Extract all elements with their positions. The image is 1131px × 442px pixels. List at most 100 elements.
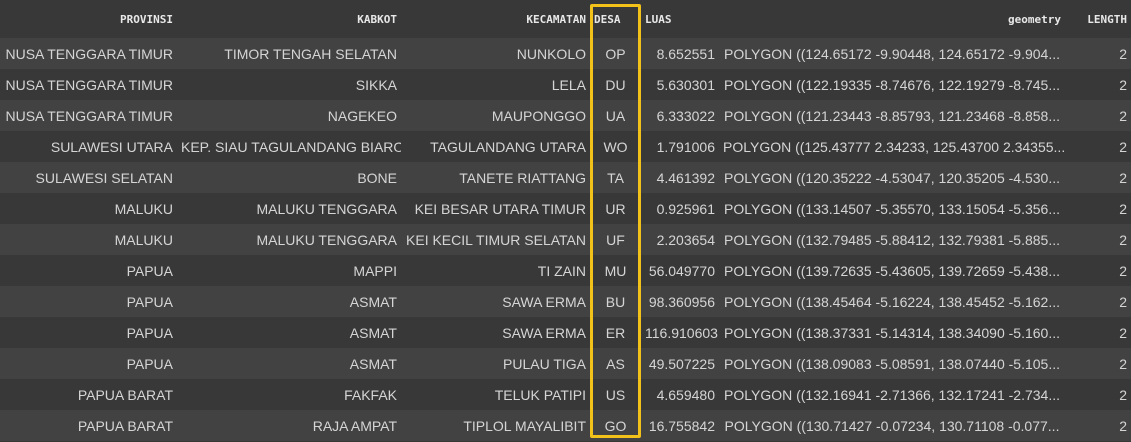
kabkot-cell: ASMAT	[177, 317, 401, 348]
length-cell: 2	[1065, 193, 1131, 224]
column-header-length[interactable]: LENGTH	[1065, 0, 1131, 38]
desa-cell: BU	[590, 286, 641, 317]
geometry-cell: POLYGON ((121.23443 -8.85793, 121.23468 …	[719, 100, 1065, 131]
luas-cell: 5.630301	[641, 69, 719, 100]
length-cell: 2	[1065, 348, 1131, 379]
provinsi-cell: SULAWESI UTARA	[0, 131, 177, 162]
luas-cell: 56.049770	[641, 255, 719, 286]
desa-cell: TA	[590, 162, 641, 193]
table-row: SULAWESI UTARA KEP. SIAU TAGULANDANG BIAR…	[0, 131, 1131, 162]
kecamatan-cell: SAWA ERMA	[401, 317, 590, 348]
table-row: MALUKU MALUKU TENGGARA KEI KECIL TIMUR SEL…	[0, 224, 1131, 255]
geometry-cell: POLYGON ((138.09083 -5.08591, 138.07440 …	[719, 348, 1065, 379]
kecamatan-cell: TANETE RIATTANG	[401, 162, 590, 193]
dataframe-view: PROVINSI KABKOT KECAMATAN DESA LUAS geom…	[0, 0, 1131, 442]
kabkot-cell: MALUKU TENGGARA	[177, 224, 401, 255]
table-row: NUSA TENGGARA TIMUR TIMOR TENGAH SELATAN N…	[0, 38, 1131, 69]
kecamatan-cell: MAUPONGGO	[401, 100, 590, 131]
kecamatan-cell: KEI KECIL TIMUR SELATAN	[401, 224, 590, 255]
kabkot-cell: KEP. SIAU TAGULANDANG BIARO	[177, 131, 401, 162]
table-row: MALUKU MALUKU TENGGARA KEI BESAR UTARA TIM…	[0, 193, 1131, 224]
column-header-kabkot[interactable]: KABKOT	[177, 0, 401, 38]
kabkot-cell: TIMOR TENGAH SELATAN	[177, 38, 401, 69]
length-cell: 2	[1065, 69, 1131, 100]
desa-cell: AS	[590, 348, 641, 379]
length-cell: 2	[1065, 131, 1131, 162]
kabkot-cell: MAPPI	[177, 255, 401, 286]
column-header-geometry[interactable]: geometry	[719, 0, 1065, 38]
length-cell: 2	[1065, 38, 1131, 69]
kecamatan-cell: TELUK PATIPI	[401, 379, 590, 410]
kecamatan-cell: PULAU TIGA	[401, 348, 590, 379]
geometry-cell: POLYGON ((132.79485 -5.88412, 132.79381 …	[719, 224, 1065, 255]
column-header-desa[interactable]: DESA	[590, 0, 641, 38]
geometry-cell: POLYGON ((139.72635 -5.43605, 139.72659 …	[719, 255, 1065, 286]
luas-cell: 4.461392	[641, 162, 719, 193]
table-row: PAPUA ASMAT SAWA ERMA ER 116.910603 POLYGON (…	[0, 317, 1131, 348]
kabkot-cell: ASMAT	[177, 286, 401, 317]
table-row: PAPUA MAPPI TI ZAIN MU 56.049770 POLYGON ((13…	[0, 255, 1131, 286]
table-row: PAPUA BARAT RAJA AMPAT TIPLOL MAYALIBIT GO 1…	[0, 410, 1131, 441]
table-row: PAPUA ASMAT PULAU TIGA AS 49.507225 POLYGON (…	[0, 348, 1131, 379]
kabkot-cell: FAKFAK	[177, 379, 401, 410]
kecamatan-cell: TI ZAIN	[401, 255, 590, 286]
geometry-cell: POLYGON ((133.14507 -5.35570, 133.15054 …	[719, 193, 1065, 224]
length-cell: 2	[1065, 317, 1131, 348]
provinsi-cell: PAPUA	[0, 317, 177, 348]
desa-cell: US	[590, 379, 641, 410]
column-header-provinsi[interactable]: PROVINSI	[0, 0, 177, 38]
provinsi-cell: SULAWESI SELATAN	[0, 162, 177, 193]
desa-cell: ER	[590, 317, 641, 348]
geometry-cell: POLYGON ((120.35222 -4.53047, 120.35205 …	[719, 162, 1065, 193]
length-cell: 2	[1065, 162, 1131, 193]
header-row: PROVINSI KABKOT KECAMATAN DESA LUAS geom…	[0, 0, 1131, 38]
kabkot-cell: NAGEKEO	[177, 100, 401, 131]
geometry-cell: POLYGON ((132.16941 -2.71366, 132.17241 …	[719, 379, 1065, 410]
kecamatan-cell: NUNKOLO	[401, 38, 590, 69]
kecamatan-cell: TIPLOL MAYALIBIT	[401, 410, 590, 441]
provinsi-cell: NUSA TENGGARA TIMUR	[0, 100, 177, 131]
provinsi-cell: MALUKU	[0, 193, 177, 224]
luas-cell: 4.659480	[641, 379, 719, 410]
luas-cell: 16.755842	[641, 410, 719, 441]
desa-cell: MU	[590, 255, 641, 286]
desa-cell: UA	[590, 100, 641, 131]
desa-cell: WO	[590, 131, 641, 162]
luas-cell: 1.791006	[641, 131, 719, 162]
column-header-luas[interactable]: LUAS	[641, 0, 719, 38]
length-cell: 2	[1065, 255, 1131, 286]
geometry-cell: POLYGON ((130.71427 -0.07234, 130.71108 …	[719, 410, 1065, 441]
column-header-kecamatan[interactable]: KECAMATAN	[401, 0, 590, 38]
geometry-cell: POLYGON ((138.37331 -5.14314, 138.34090 …	[719, 317, 1065, 348]
table-body: NUSA TENGGARA TIMUR TIMOR TENGAH SELATAN N…	[0, 38, 1131, 441]
length-cell: 2	[1065, 410, 1131, 441]
provinsi-cell: MALUKU	[0, 224, 177, 255]
desa-cell: UF	[590, 224, 641, 255]
provinsi-cell: PAPUA BARAT	[0, 379, 177, 410]
geometry-cell: POLYGON ((138.45464 -5.16224, 138.45452 …	[719, 286, 1065, 317]
luas-cell: 8.652551	[641, 38, 719, 69]
luas-cell: 98.360956	[641, 286, 719, 317]
length-cell: 2	[1065, 379, 1131, 410]
luas-cell: 2.203654	[641, 224, 719, 255]
kecamatan-cell: SAWA ERMA	[401, 286, 590, 317]
table-row: SULAWESI SELATAN BONE TANETE RIATTANG TA 4.4…	[0, 162, 1131, 193]
desa-cell: GO	[590, 410, 641, 441]
provinsi-cell: PAPUA	[0, 255, 177, 286]
data-table: PROVINSI KABKOT KECAMATAN DESA LUAS geom…	[0, 0, 1131, 441]
luas-cell: 49.507225	[641, 348, 719, 379]
provinsi-cell: PAPUA	[0, 286, 177, 317]
kecamatan-cell: TAGULANDANG UTARA	[401, 131, 590, 162]
kabkot-cell: ASMAT	[177, 348, 401, 379]
length-cell: 2	[1065, 100, 1131, 131]
provinsi-cell: PAPUA	[0, 348, 177, 379]
table-row: NUSA TENGGARA TIMUR SIKKA LELA DU 5.630301 PO…	[0, 69, 1131, 100]
geometry-cell: POLYGON ((125.43777 2.34233, 125.43700 2…	[719, 131, 1065, 162]
desa-cell: UR	[590, 193, 641, 224]
geometry-cell: POLYGON ((124.65172 -9.90448, 124.65172 …	[719, 38, 1065, 69]
luas-cell: 6.333022	[641, 100, 719, 131]
length-cell: 2	[1065, 286, 1131, 317]
kabkot-cell: RAJA AMPAT	[177, 410, 401, 441]
luas-cell: 0.925961	[641, 193, 719, 224]
table-row: PAPUA ASMAT SAWA ERMA BU 98.360956 POLYGON ((…	[0, 286, 1131, 317]
